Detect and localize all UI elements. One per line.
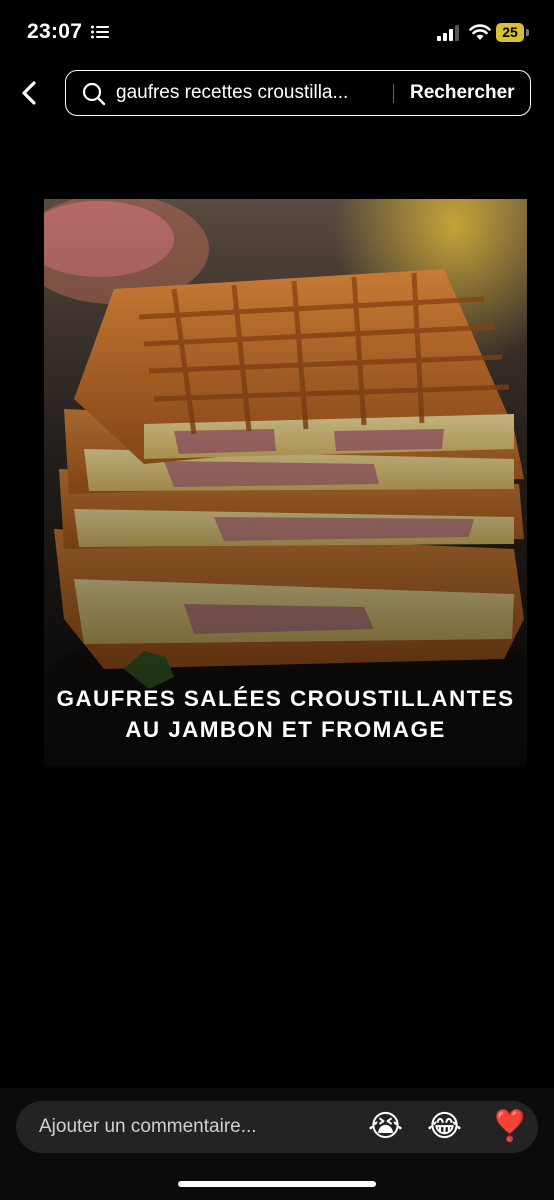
wifi-icon	[469, 24, 491, 40]
search-icon	[82, 82, 106, 106]
battery-level: 25	[496, 23, 524, 42]
search-bar[interactable]: gaufres recettes croustilla... Recherche…	[65, 70, 531, 116]
search-input[interactable]: gaufres recettes croustilla...	[116, 71, 391, 115]
heart-exclamation-icon[interactable]: ❣️	[491, 1101, 528, 1153]
cellular-signal-icon	[437, 25, 459, 41]
list-icon	[91, 25, 109, 39]
comment-bar[interactable]: Ajouter un commentaire... 😭 😂 ❣️	[16, 1101, 538, 1153]
image-caption-line1: GAUFRES SALÉES CROUSTILLANTES	[56, 686, 515, 711]
status-time: 23:07	[27, 20, 83, 43]
battery-icon: 25	[496, 23, 530, 42]
search-divider	[393, 84, 394, 103]
laughing-emoji-icon[interactable]: 😂	[427, 1101, 462, 1153]
waffle-photo	[44, 199, 527, 767]
comment-input[interactable]: Ajouter un commentaire...	[39, 1101, 257, 1153]
crying-emoji-icon[interactable]: 😭	[368, 1101, 403, 1153]
post-image[interactable]: GAUFRES SALÉES CROUSTILLANTES AU JAMBON …	[44, 199, 527, 767]
search-button[interactable]: Rechercher	[410, 71, 515, 115]
image-caption-line2: AU JAMBON ET FROMAGE	[125, 717, 446, 742]
status-bar: 23:07 25	[0, 0, 554, 64]
home-indicator	[178, 1181, 376, 1187]
back-chevron-icon[interactable]	[16, 78, 44, 108]
